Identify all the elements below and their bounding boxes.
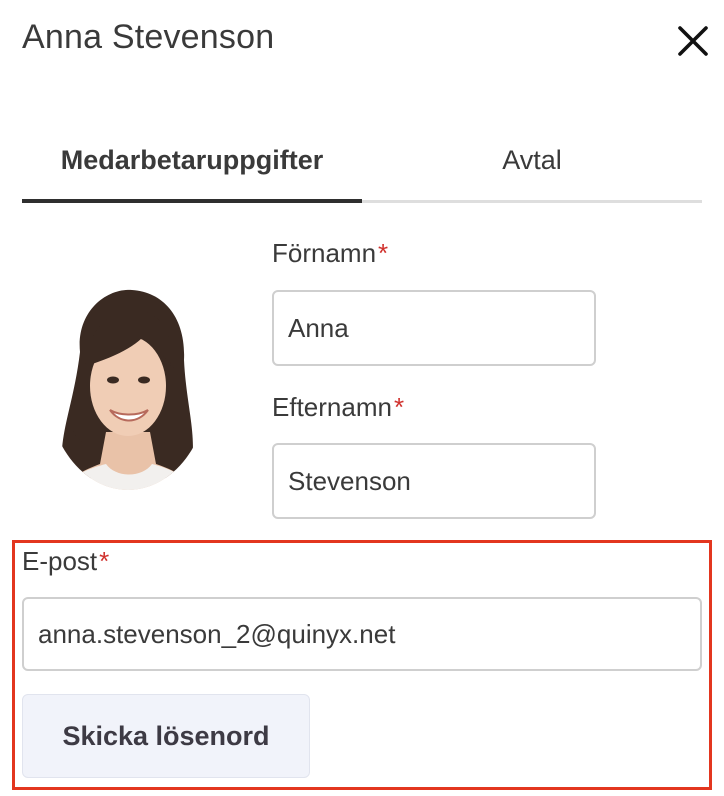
active-tab-indicator [22, 199, 362, 203]
required-mark: * [378, 238, 389, 268]
first-name-label: Förnamn* [272, 238, 388, 269]
required-mark: * [393, 392, 405, 422]
first-name-field[interactable] [272, 290, 596, 366]
close-button[interactable] [672, 20, 712, 60]
email-label: E-post* [22, 546, 109, 577]
last-name-field[interactable] [272, 443, 596, 519]
send-password-button[interactable]: Skicka lösenord [22, 694, 310, 778]
email-field[interactable] [22, 597, 702, 671]
last-name-label-text: Efternamn [272, 392, 392, 422]
tab-bar: Medarbetaruppgifter Avtal [22, 120, 702, 204]
close-icon [678, 26, 708, 56]
first-name-label-text: Förnamn [272, 238, 377, 268]
avatar [46, 282, 210, 490]
dialog-title: Anna Stevenson [22, 18, 275, 56]
email-label-text: E-post [22, 546, 98, 576]
tab-employee-details[interactable]: Medarbetaruppgifter [22, 120, 362, 200]
required-mark: * [99, 546, 110, 576]
tab-agreement[interactable]: Avtal [362, 120, 702, 200]
employee-details-panel: Anna Stevenson Medarbetaruppgifter Avtal [0, 0, 724, 796]
last-name-label: Efternamn* [272, 392, 404, 423]
profile-photo [46, 282, 210, 490]
